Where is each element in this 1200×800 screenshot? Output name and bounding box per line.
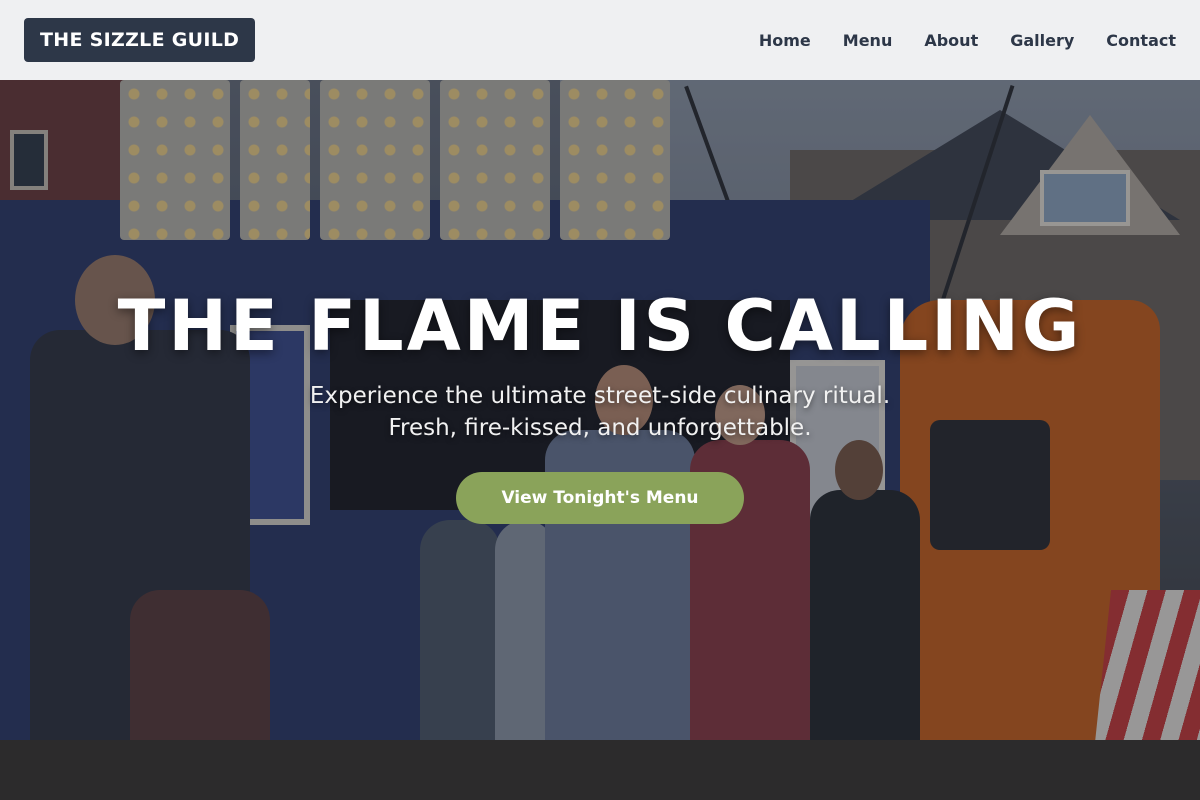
- hero-title: THE FLAME IS CALLING: [117, 285, 1083, 367]
- brand-logo[interactable]: THE SIZZLE GUILD: [24, 18, 256, 62]
- hero-subtitle: Experience the ultimate street-side culi…: [0, 380, 1200, 444]
- nav-link-menu[interactable]: Menu: [843, 31, 893, 50]
- main-nav: Home Menu About Gallery Contact: [727, 31, 1176, 50]
- view-menu-button[interactable]: View Tonight's Menu: [456, 472, 744, 524]
- hero-subtitle-line-1: Experience the ultimate street-side culi…: [309, 383, 891, 409]
- nav-link-gallery[interactable]: Gallery: [1010, 31, 1074, 50]
- hero-subtitle-line-2: Fresh, fire-kissed, and unforgettable.: [388, 415, 812, 441]
- nav-link-home[interactable]: Home: [759, 31, 811, 50]
- hero-section: THE FLAME IS CALLING Experience the ulti…: [0, 280, 1200, 524]
- site-header: THE SIZZLE GUILD Home Menu About Gallery…: [0, 0, 1200, 80]
- nav-link-contact[interactable]: Contact: [1106, 31, 1176, 50]
- nav-link-about[interactable]: About: [924, 31, 978, 50]
